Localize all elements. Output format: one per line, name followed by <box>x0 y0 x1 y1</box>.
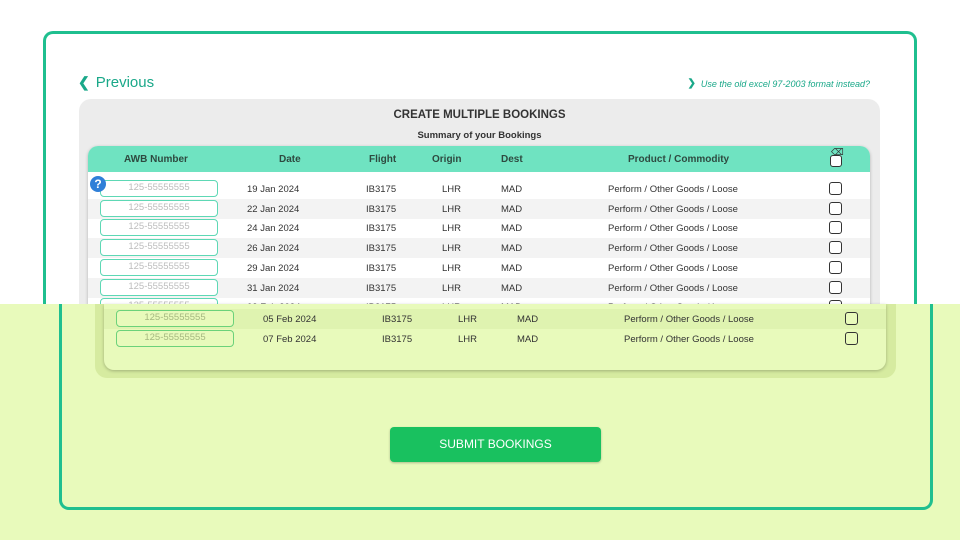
date-cell: 29 Jan 2024 <box>247 262 300 274</box>
row-checkbox[interactable] <box>829 182 842 195</box>
table-row: 125-55555555 22 Jan 2024 IB3175 LHR MAD … <box>88 198 870 219</box>
table-row: 125-55555555 05 Feb 2024 IB3175 LHR MAD … <box>104 309 886 329</box>
header-flight: Flight <box>369 154 397 165</box>
awb-input[interactable]: 125-55555555 <box>116 310 234 327</box>
dest-cell: MAD <box>501 282 523 294</box>
submit-bookings-button[interactable]: SUBMIT BOOKINGS <box>390 427 601 462</box>
awb-input[interactable]: 125-55555555 <box>100 219 218 237</box>
origin-cell: LHR <box>458 334 478 345</box>
bookings-panel: CREATE MULTIPLE BOOKINGS Summary of your… <box>79 99 880 326</box>
table-row: 125-55555555 26 Jan 2024 IB3175 LHR MAD … <box>88 238 870 259</box>
table-row: 125-55555555 29 Jan 2024 IB3175 LHR MAD … <box>88 258 870 278</box>
product-cell: Perform / Other Goods / Loose <box>608 184 738 195</box>
old-format-link[interactable]: ❯ Use the old excel 97-2003 format inste… <box>688 78 871 89</box>
row-checkbox[interactable] <box>845 312 858 325</box>
flight-cell: IB3175 <box>382 334 413 345</box>
origin-cell: LHR <box>442 223 462 235</box>
date-cell: 24 Jan 2024 <box>247 223 300 235</box>
origin-cell: LHR <box>442 262 462 274</box>
origin-cell: LHR <box>442 282 462 294</box>
origin-cell: LHR <box>458 314 478 325</box>
row-checkbox[interactable] <box>829 221 842 235</box>
dest-cell: MAD <box>501 223 523 235</box>
date-cell: 05 Feb 2024 <box>263 314 317 325</box>
dest-cell: MAD <box>501 262 523 274</box>
product-cell: Perform / Other Goods / Loose <box>608 282 738 294</box>
previous-link[interactable]: ❮ Previous <box>78 74 154 91</box>
origin-cell: LHR <box>442 184 462 195</box>
chevron-right-icon: ❯ <box>687 78 696 89</box>
header-awb: AWB Number <box>124 154 188 165</box>
table-row: 125-55555555 19 Jan 2024 IB3175 LHR MAD … <box>88 179 870 199</box>
bookings-table: AWB Number Date Flight Origin Dest Produ… <box>88 146 870 326</box>
product-cell: Perform / Other Goods / Loose <box>624 334 754 345</box>
previous-label: Previous <box>95 74 155 91</box>
header-product: Product / Commodity <box>628 154 730 165</box>
date-cell: 07 Feb 2024 <box>263 334 317 345</box>
header-date: Date <box>279 154 301 165</box>
dest-cell: MAD <box>517 314 539 325</box>
row-checkbox[interactable] <box>829 201 842 215</box>
flight-cell: IB3175 <box>366 203 397 215</box>
awb-input[interactable]: 125-55555555 <box>100 199 218 217</box>
dest-cell: MAD <box>517 334 539 345</box>
row-checkbox[interactable] <box>829 260 842 274</box>
awb-input[interactable]: 125-55555555 <box>100 180 218 197</box>
product-cell: Perform / Other Goods / Loose <box>608 223 738 235</box>
old-format-label: Use the old excel 97-2003 format instead… <box>700 78 870 89</box>
header-origin: Origin <box>432 154 462 165</box>
date-cell: 22 Jan 2024 <box>247 203 300 215</box>
help-icon[interactable]: ? <box>90 176 106 192</box>
panel-subtitle: Summary of your Bookings <box>417 130 542 141</box>
awb-input[interactable]: 125-55555555 <box>100 278 218 296</box>
origin-cell: LHR <box>442 243 462 255</box>
product-cell: Perform / Other Goods / Loose <box>608 203 738 215</box>
awb-input[interactable]: 125-55555555 <box>100 258 218 276</box>
row-checkbox[interactable] <box>845 332 858 345</box>
dest-cell: MAD <box>501 203 523 215</box>
dest-cell: MAD <box>501 243 523 255</box>
booking-screen: ❮ Previous ❯ Use the old excel 97-2003 f… <box>0 0 960 540</box>
row-checkbox[interactable] <box>829 280 842 294</box>
flight-cell: IB3175 <box>366 282 397 294</box>
header-dest: Dest <box>501 154 523 165</box>
date-cell: 31 Jan 2024 <box>247 282 300 294</box>
flight-cell: IB3175 <box>366 243 397 255</box>
table-row: 125-55555555 07 Feb 2024 IB3175 LHR MAD … <box>104 329 886 349</box>
origin-cell: LHR <box>442 203 462 215</box>
lower-bookings-panel: 125-55555555 05 Feb 2024 IB3175 LHR MAD … <box>95 304 896 378</box>
panel-title: CREATE MULTIPLE BOOKINGS <box>393 109 566 121</box>
product-cell: Perform / Other Goods / Loose <box>624 314 754 325</box>
table-row: 125-55555555 31 Jan 2024 IB3175 LHR MAD … <box>88 277 870 298</box>
row-checkbox[interactable] <box>829 241 842 255</box>
table-header: AWB Number Date Flight Origin Dest Produ… <box>88 146 870 172</box>
flight-cell: IB3175 <box>366 223 397 235</box>
lower-bookings-table: 125-55555555 05 Feb 2024 IB3175 LHR MAD … <box>104 304 886 370</box>
date-cell: 19 Jan 2024 <box>247 184 300 195</box>
awb-input[interactable]: 125-55555555 <box>100 239 218 257</box>
dest-cell: MAD <box>501 184 523 195</box>
product-cell: Perform / Other Goods / Loose <box>608 243 738 255</box>
flight-cell: IB3175 <box>366 262 397 274</box>
product-cell: Perform / Other Goods / Loose <box>608 262 738 274</box>
chevron-left-icon: ❮ <box>78 74 90 90</box>
date-cell: 26 Jan 2024 <box>247 243 300 255</box>
awb-input[interactable]: 125-55555555 <box>116 330 234 347</box>
flight-cell: IB3175 <box>382 314 413 325</box>
table-row: 125-55555555 24 Jan 2024 IB3175 LHR MAD … <box>88 218 870 238</box>
select-all-checkbox[interactable] <box>830 155 842 167</box>
flight-cell: IB3175 <box>366 184 397 195</box>
